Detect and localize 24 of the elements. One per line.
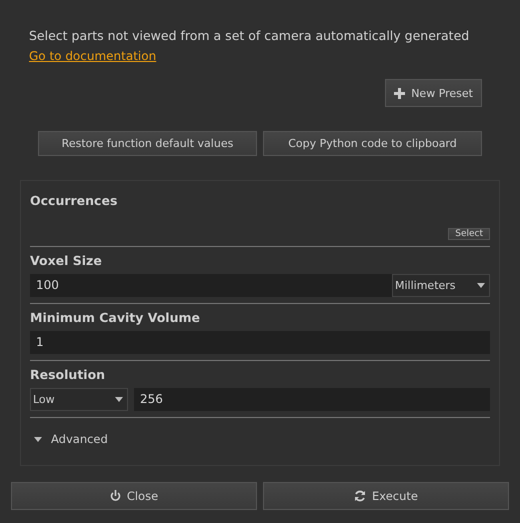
tool-button[interactable]: Copy Python code to clipboard xyxy=(263,131,482,156)
caret-icon xyxy=(477,283,485,288)
unit-dropdown[interactable]: Millimeters xyxy=(392,274,490,297)
description-text: Select parts not viewed from a set of camera automatically generated xyxy=(29,28,470,43)
refresh-icon xyxy=(354,490,366,502)
section-label: Resolution xyxy=(30,367,106,382)
plus-icon xyxy=(394,88,406,98)
number-field[interactable]: 1 xyxy=(30,331,490,354)
preset-dropdown[interactable]: Low xyxy=(30,388,128,411)
caret-icon xyxy=(34,436,42,442)
voxel-size-field[interactable]: 100 xyxy=(30,274,392,297)
select-button[interactable]: Select xyxy=(448,228,490,240)
new-preset-button[interactable]: New Preset xyxy=(385,79,482,107)
power-icon xyxy=(110,490,121,502)
section-label: Minimum Cavity Volume xyxy=(30,310,201,325)
tool-button[interactable]: Restore function default values xyxy=(38,131,257,156)
caret-icon xyxy=(115,397,123,402)
section-label: Occurrences xyxy=(30,193,118,208)
execute-button[interactable]: Execute xyxy=(263,482,509,510)
documentation-link[interactable]: Go to documentation xyxy=(29,49,156,63)
number-field[interactable]: 256 xyxy=(134,388,490,411)
section-label: Voxel Size xyxy=(30,253,103,268)
close-button[interactable]: Close xyxy=(11,482,257,510)
advanced-toggle[interactable]: Advanced xyxy=(30,424,112,454)
